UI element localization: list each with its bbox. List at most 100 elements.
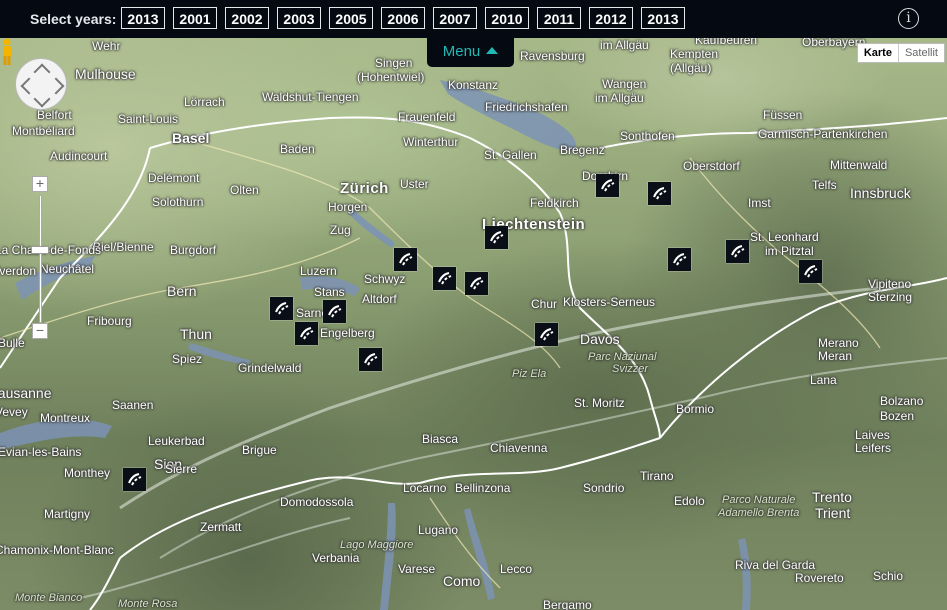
- place-label: Uster: [400, 177, 429, 191]
- place-label: Neuchâtel: [40, 262, 95, 276]
- pan-right-icon[interactable]: [47, 77, 65, 95]
- place-label: Bellinzona: [455, 481, 511, 495]
- place-label: Montreux: [40, 411, 91, 425]
- marker-pitztal[interactable]: [726, 240, 749, 263]
- place-label: Bergamo: [543, 598, 592, 610]
- marker-liechtenstein[interactable]: [485, 226, 508, 249]
- place-label: im Allgäu: [600, 38, 649, 52]
- zoom-slider-thumb[interactable]: [31, 246, 49, 254]
- info-icon[interactable]: i: [898, 8, 919, 29]
- map-type-karte-button[interactable]: Karte: [858, 44, 898, 62]
- marker-engelberg[interactable]: [295, 322, 318, 345]
- pan-up-icon[interactable]: [33, 63, 51, 81]
- place-label: Riva del Garda: [735, 558, 816, 572]
- place-label: Delémont: [148, 171, 200, 185]
- place-label: Basel: [172, 130, 210, 146]
- border-ch-west: [0, 147, 151, 369]
- marker-stans[interactable]: [323, 300, 346, 323]
- place-label: Merano: [818, 336, 859, 350]
- place-label: Bregenz: [560, 143, 605, 157]
- zoom-out-button[interactable]: −: [32, 323, 48, 339]
- place-label: im Pitztal: [765, 244, 814, 258]
- place-label: Evian-les-Bains: [0, 445, 82, 459]
- year-button-2002[interactable]: 2002: [225, 7, 269, 29]
- place-label: Füssen: [763, 108, 803, 122]
- marker-davos[interactable]: [535, 323, 558, 346]
- year-button-2013[interactable]: 2013: [641, 7, 685, 29]
- year-button-2003[interactable]: 2003: [277, 7, 321, 29]
- marker-sierre[interactable]: [123, 468, 146, 491]
- place-label: La Chaux-de-Fonds: [0, 243, 102, 257]
- map-type-satellit-button[interactable]: Satellit: [897, 44, 944, 62]
- zoom-slider-track[interactable]: [39, 195, 42, 323]
- map-canvas[interactable]: Wehr Singen (Hohentwiel) Ravensburg im A…: [0, 38, 947, 610]
- place-label: Domodossola: [280, 495, 354, 509]
- year-button-2013-current[interactable]: 2013: [121, 7, 165, 29]
- place-label: Imst: [748, 196, 771, 210]
- place-label: Belfort: [37, 108, 72, 122]
- place-label: Audincourt: [50, 149, 108, 163]
- menu-button[interactable]: Menu: [427, 38, 514, 67]
- year-button-2005[interactable]: 2005: [329, 7, 373, 29]
- street-view-pegman-icon[interactable]: [0, 38, 14, 66]
- place-label: Bozen: [880, 409, 915, 423]
- place-label: Biasca: [422, 432, 459, 446]
- place-label: Piz Ela: [512, 368, 547, 380]
- marker-icon: [300, 327, 314, 340]
- place-label: Brigue: [242, 443, 277, 457]
- place-label: Leukerbad: [148, 434, 205, 448]
- year-selector-bar: Select years: 2013 2001 2002 2003 2005 2…: [0, 0, 947, 38]
- marker-schwyz[interactable]: [394, 248, 417, 271]
- place-label: Lago Maggiore: [340, 539, 414, 551]
- marker-imst[interactable]: [668, 248, 691, 271]
- year-button-2010[interactable]: 2010: [485, 7, 529, 29]
- marker-icon: [804, 265, 818, 278]
- caret-up-icon: [486, 47, 499, 54]
- year-button-2011[interactable]: 2011: [537, 7, 581, 29]
- place-label: Davos: [580, 331, 620, 347]
- marker-sarnen[interactable]: [270, 297, 293, 320]
- year-button-2007[interactable]: 2007: [433, 7, 477, 29]
- place-label: Leifers: [855, 441, 892, 455]
- place-label: Biel/Bienne: [93, 240, 154, 254]
- place-label: Rovereto: [795, 571, 844, 585]
- place-label: St. Moritz: [574, 396, 625, 410]
- place-label: Garmisch-Partenkirchen: [758, 127, 888, 141]
- marker-icon: [673, 253, 687, 266]
- place-label: Schio: [873, 569, 904, 583]
- place-label: Spiez: [172, 352, 203, 366]
- marker-icon: [328, 305, 342, 318]
- place-label: Lecco: [500, 562, 533, 576]
- lake-garda: [738, 538, 751, 610]
- menu-label: Menu: [442, 43, 481, 60]
- place-label: Lugano: [418, 523, 459, 537]
- place-label: Meran: [818, 349, 853, 363]
- year-button-2001[interactable]: 2001: [173, 7, 217, 29]
- place-label: Varese: [398, 562, 436, 576]
- place-label: Vipiteno: [868, 277, 912, 291]
- place-label: Monthey: [64, 466, 111, 480]
- place-label: Locarno: [403, 481, 447, 495]
- pan-down-icon[interactable]: [33, 90, 51, 108]
- year-button-2012[interactable]: 2012: [589, 7, 633, 29]
- place-label: Konstanz: [448, 78, 499, 92]
- marker-mittelberg[interactable]: [648, 182, 671, 205]
- marker-walensee[interactable]: [465, 272, 488, 295]
- place-label: Vevey: [0, 405, 28, 419]
- alps-ridge-2: [159, 357, 947, 559]
- place-label: Monte Rosa: [118, 598, 178, 610]
- marker-glarus[interactable]: [433, 267, 456, 290]
- marker-andermatt[interactable]: [359, 348, 382, 371]
- marker-icon: [490, 231, 504, 244]
- place-label: Chiavenna: [490, 441, 548, 455]
- zoom-in-button[interactable]: +: [32, 176, 48, 192]
- place-label: Telfs: [812, 178, 837, 192]
- marker-oetztal[interactable]: [799, 260, 822, 283]
- place-label: Schwyz: [364, 272, 406, 286]
- place-label: Burgdorf: [170, 243, 217, 257]
- pan-left-icon[interactable]: [20, 77, 38, 95]
- year-button-2006[interactable]: 2006: [381, 7, 425, 29]
- marker-dornbirn[interactable]: [596, 174, 619, 197]
- pan-control[interactable]: [15, 58, 67, 110]
- place-label: Olten: [230, 183, 259, 197]
